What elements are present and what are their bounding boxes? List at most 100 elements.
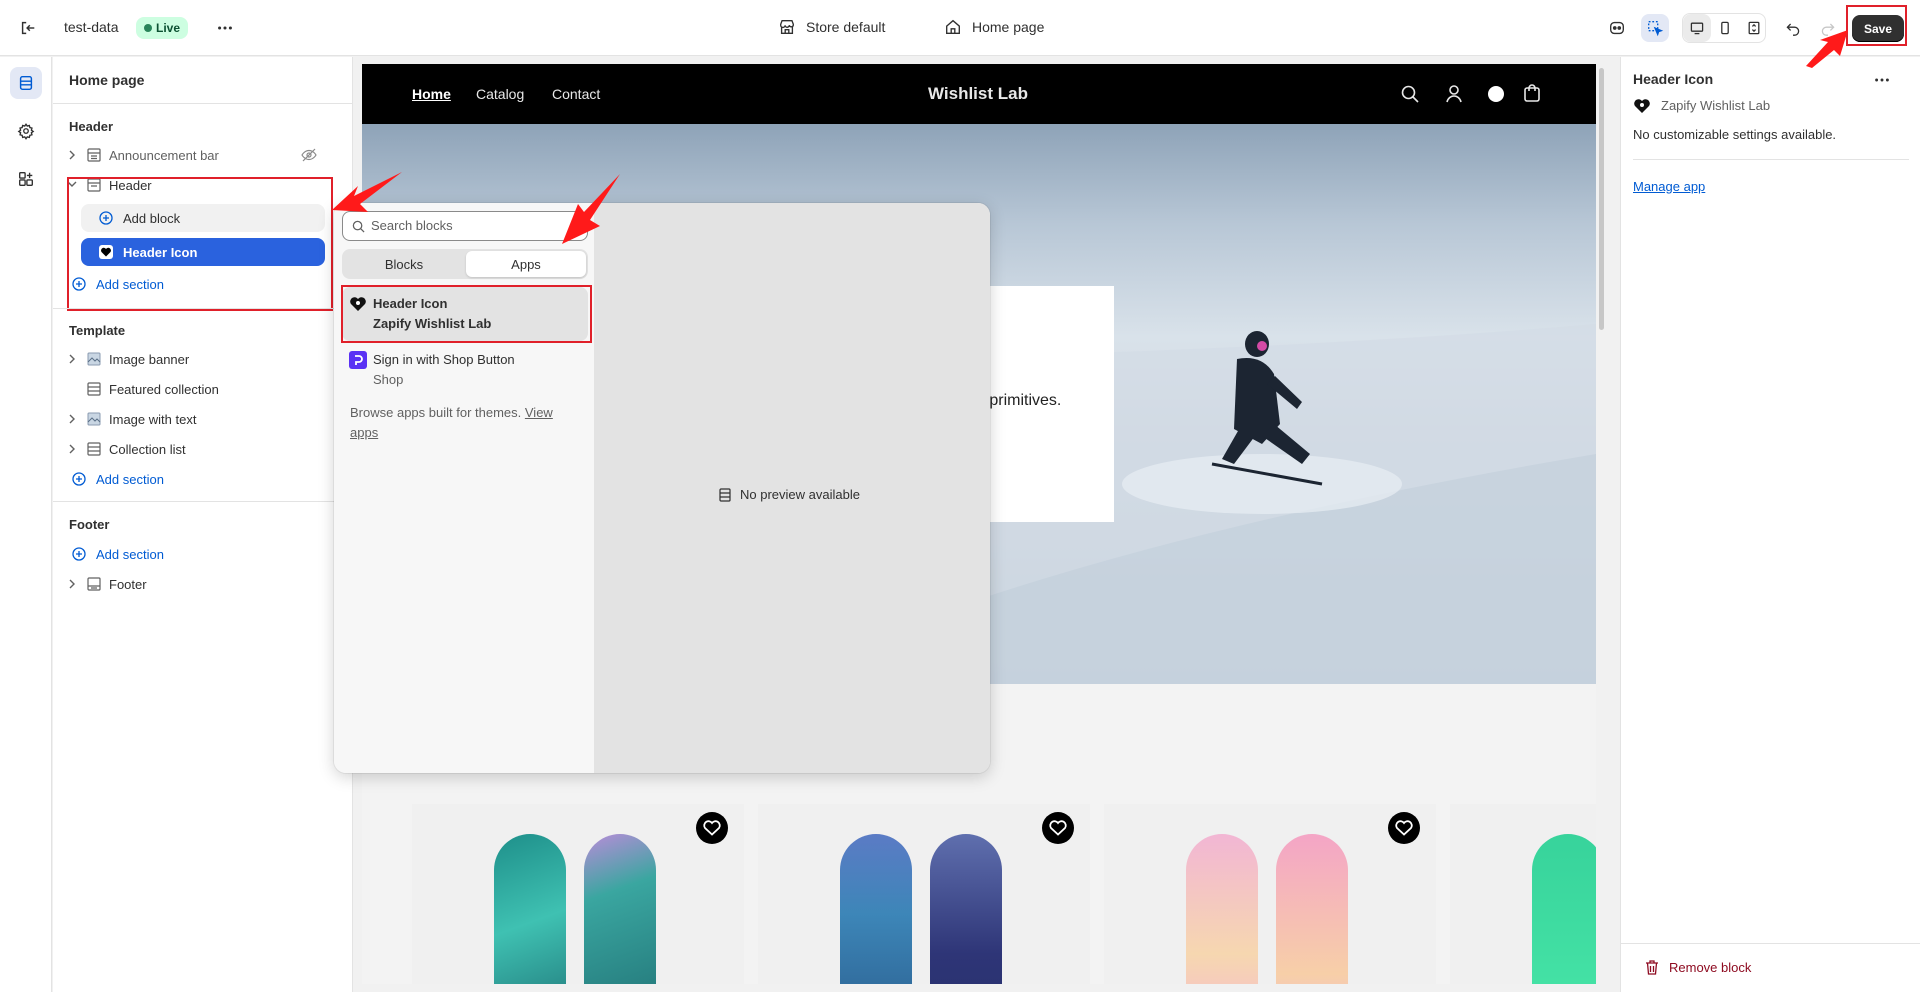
divider — [53, 501, 353, 502]
heart-icon[interactable] — [1042, 812, 1074, 844]
store-header: Home Catalog Contact Wishlist Lab — [362, 64, 1596, 124]
search-icon[interactable] — [1400, 84, 1420, 104]
image-icon — [87, 352, 101, 366]
group-heading-header: Header — [69, 119, 114, 134]
section-footer[interactable]: Footer — [53, 570, 353, 598]
group-heading-template: Template — [69, 323, 126, 338]
divider — [53, 308, 353, 309]
product-card[interactable] — [1104, 804, 1436, 984]
trash-icon[interactable] — [1645, 960, 1659, 975]
app-name: Zapify Wishlist Lab — [1661, 98, 1771, 113]
image-icon — [87, 412, 101, 426]
annotation-highlight-save — [1846, 5, 1907, 46]
product-image — [930, 834, 1002, 984]
section-featured-collection[interactable]: Featured collection — [53, 375, 353, 403]
section-collection-list[interactable]: Collection list — [53, 435, 353, 463]
chevron-right-icon[interactable] — [67, 444, 77, 454]
settings-note: No customizable settings available. — [1633, 127, 1837, 142]
page-title: Home page — [69, 72, 145, 88]
remove-block-button[interactable]: Remove block — [1669, 960, 1751, 975]
add-section-button[interactable]: Add section — [96, 547, 164, 562]
mobile-view-icon[interactable] — [1711, 14, 1739, 42]
chevron-right-icon[interactable] — [67, 579, 77, 589]
sidekick-icon[interactable] — [1603, 14, 1631, 42]
heart-icon[interactable] — [696, 812, 728, 844]
plus-circle-icon — [72, 472, 86, 486]
section-label: Featured collection — [109, 382, 219, 397]
account-icon[interactable] — [1444, 83, 1464, 103]
home-icon — [944, 18, 962, 36]
app-block-shop-sign-in[interactable]: Sign in with Shop Button Shop — [342, 343, 588, 397]
section-layout-icon — [87, 148, 101, 162]
exit-icon[interactable] — [14, 14, 42, 42]
section-label: Image banner — [109, 352, 190, 367]
product-card[interactable] — [758, 804, 1090, 984]
nav-contact[interactable]: Contact — [552, 86, 600, 102]
fullscreen-icon[interactable] — [1740, 14, 1768, 42]
shop-app-icon — [349, 351, 367, 369]
divider — [1621, 943, 1920, 944]
section-label: Image with text — [109, 412, 197, 427]
settings-title: Header Icon — [1633, 71, 1714, 87]
inspector-icon[interactable] — [1641, 14, 1669, 42]
nav-catalog[interactable]: Catalog — [476, 86, 524, 102]
sections-icon[interactable] — [10, 67, 42, 99]
section-layout-icon — [718, 487, 732, 502]
block-settings-panel: Header Icon Zapify Wishlist Lab No custo… — [1620, 57, 1920, 992]
store-name: test-data — [64, 19, 119, 35]
section-label: Footer — [109, 577, 147, 592]
settings-gear-icon[interactable] — [12, 117, 40, 145]
theme-selector[interactable]: Store default — [806, 19, 885, 35]
annotation-highlight-header — [67, 177, 333, 311]
block-type-tabs: Blocks Apps — [342, 249, 588, 279]
browse-apps-text: Browse apps built for themes. View apps — [350, 403, 580, 443]
product-image — [1186, 834, 1258, 984]
section-layout-icon — [87, 577, 101, 591]
chevron-right-icon[interactable] — [67, 414, 77, 424]
heart-icon[interactable] — [1388, 812, 1420, 844]
section-image-banner[interactable]: Image banner — [53, 345, 353, 373]
chevron-right-icon[interactable] — [67, 150, 77, 160]
store-icon — [778, 18, 796, 36]
collection-icon — [87, 442, 101, 456]
page-selector[interactable]: Home page — [972, 19, 1044, 35]
tab-blocks[interactable]: Blocks — [344, 251, 464, 277]
apps-icon[interactable] — [12, 165, 40, 193]
app-block-title: Sign in with Shop Button — [373, 352, 515, 367]
eye-hidden-icon[interactable] — [301, 148, 317, 162]
cart-icon[interactable] — [1522, 83, 1542, 103]
product-card[interactable] — [1450, 804, 1596, 984]
annotation-highlight-app — [341, 285, 592, 343]
desktop-view-icon[interactable] — [1683, 14, 1711, 42]
wishlist-header-icon[interactable] — [1488, 86, 1504, 102]
section-image-with-text[interactable]: Image with text — [53, 405, 353, 433]
plus-circle-icon — [72, 547, 86, 561]
annotation-arrow-icon — [332, 172, 402, 212]
chevron-right-icon[interactable] — [67, 354, 77, 364]
more-actions-icon[interactable] — [211, 14, 239, 42]
divider — [1633, 159, 1909, 160]
store-brand[interactable]: Wishlist Lab — [928, 84, 1028, 104]
product-image — [584, 834, 656, 984]
divider — [53, 103, 353, 104]
nav-home[interactable]: Home — [412, 86, 451, 102]
section-label: Collection list — [109, 442, 186, 457]
group-heading-footer: Footer — [69, 517, 110, 532]
product-image — [494, 834, 566, 984]
add-section-footer[interactable]: Add section — [53, 540, 353, 568]
collection-icon — [87, 382, 101, 396]
top-bar: test-data Live Store default Home page S… — [0, 0, 1920, 56]
no-preview-label: No preview available — [740, 487, 860, 502]
product-image — [1276, 834, 1348, 984]
tab-apps[interactable]: Apps — [466, 251, 586, 277]
section-announcement-bar[interactable]: Announcement bar — [53, 141, 353, 169]
browse-apps-label: Browse apps built for themes. — [350, 405, 522, 420]
product-card[interactable] — [412, 804, 744, 984]
add-section-button[interactable]: Add section — [96, 472, 164, 487]
add-section-template[interactable]: Add section — [53, 465, 353, 493]
preview-scrollbar[interactable] — [1599, 68, 1604, 330]
manage-app-link[interactable]: Manage app — [1633, 179, 1705, 194]
wishlist-app-icon — [1633, 97, 1651, 115]
annotation-arrow-icon — [1806, 30, 1848, 68]
more-actions-icon[interactable] — [1873, 71, 1891, 89]
